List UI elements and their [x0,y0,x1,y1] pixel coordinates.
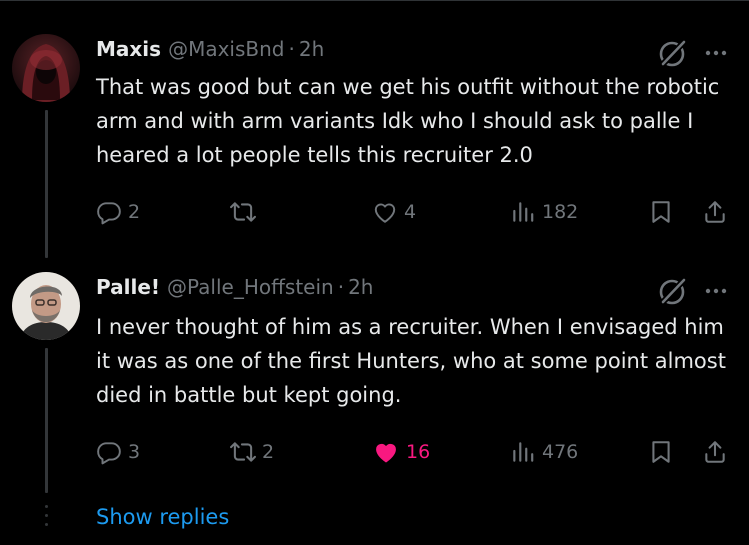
user-handle[interactable]: @Palle_Hoffstein [167,275,334,299]
repost-icon [230,202,256,222]
avatar[interactable] [12,272,80,340]
timestamp[interactable]: 2h [348,275,373,299]
bookmark-icon [652,441,670,463]
reply-button[interactable]: 3 [96,435,140,469]
reply-count: 3 [128,441,141,463]
separator-dot: · [288,37,295,61]
man-portrait-avatar-image [12,272,80,340]
views-icon [513,442,534,462]
grok-icon[interactable] [657,37,689,69]
share-button[interactable] [702,435,728,469]
reply-button[interactable]: 2 [96,195,140,229]
thread-connector-line [45,110,48,258]
show-replies-link[interactable]: Show replies [96,505,229,529]
bookmark-icon [652,201,670,223]
repost-button[interactable] [230,195,262,229]
like-button[interactable]: 4 [372,195,416,229]
share-icon [705,441,725,463]
views-icon [513,202,534,222]
like-count: 4 [404,201,417,223]
bookmark-button[interactable] [648,195,674,229]
reply-count: 2 [128,201,141,223]
action-bar: 2 4 182 [96,195,736,229]
top-divider [0,0,749,1]
view-count: 182 [542,201,579,223]
like-count: 16 [406,441,431,463]
separator-dot: · [337,275,345,299]
reply-icon [97,202,121,225]
thread-ellipsis-dots [45,505,48,532]
like-icon [374,203,396,223]
views-button[interactable]: 476 [510,435,578,469]
more-icon[interactable] [701,276,731,306]
repost-count: 2 [262,441,275,463]
like-button[interactable]: 16 [372,435,430,469]
tweet-text: That was good but can we get his outfit … [96,75,720,167]
tweet-header: Palle! @Palle_Hoffstein · 2h [96,272,373,302]
more-icon[interactable] [701,38,731,68]
display-name[interactable]: Maxis [96,37,161,61]
tweet-text: I never thought of him as a recruiter. W… [96,315,726,407]
repost-icon [230,442,256,462]
hooded-figure-avatar-image [12,34,80,102]
views-button[interactable]: 182 [510,195,578,229]
share-button[interactable] [702,195,728,229]
timestamp[interactable]: 2h [299,37,324,61]
view-count: 476 [542,441,579,463]
share-icon [705,201,725,223]
thread-connector-line [45,348,48,493]
grok-icon[interactable] [657,275,689,307]
action-bar: 3 2 16 476 [96,435,736,469]
bookmark-button[interactable] [648,435,674,469]
like-icon [376,443,396,463]
reply-tweet-2[interactable]: Palle! @Palle_Hoffstein · 2h I never tho… [0,272,749,497]
reply-tweet-1[interactable]: Maxis @MaxisBnd · 2h That was good but c… [0,34,749,258]
tweet-header: Maxis @MaxisBnd · 2h [96,34,324,64]
reply-icon [97,442,121,465]
display-name[interactable]: Palle! [96,275,160,299]
repost-button[interactable]: 2 [230,435,274,469]
avatar[interactable] [12,34,80,102]
user-handle[interactable]: @MaxisBnd [168,37,284,61]
